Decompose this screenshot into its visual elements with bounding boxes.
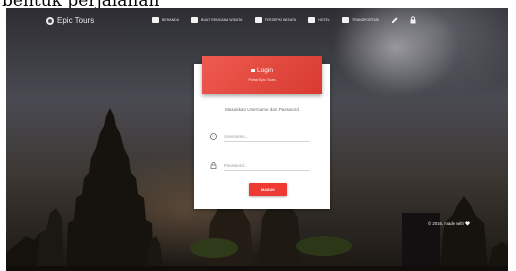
face-icon [210,133,217,140]
brand[interactable]: Epic Tours [46,16,94,25]
nav-item-beranda[interactable]: BERANDA [152,17,179,23]
calendar-icon [191,17,199,23]
login-card: Login Portal Epic Tours Masukkan Usernam… [194,56,330,209]
login-title-row: Login [202,67,322,74]
nav-item-label: TERSEPKI WISATA [264,18,297,22]
top-navbar: Epic Tours BERANDA BUAT RENCANA WISATA T… [6,8,508,34]
footer: © 2016, made with [428,221,470,226]
bed-icon [308,17,316,23]
lock-outline-icon [210,162,217,169]
username-field [210,130,314,144]
login-description: Masukkan Username dan Password [225,107,299,112]
nav-item-tersepki-wisata[interactable]: TERSEPKI WISATA [254,17,297,23]
pencil-icon [392,17,398,23]
masuk-button[interactable]: MASUK [249,183,287,196]
bus-icon [342,17,350,23]
nav-item-transportasi[interactable]: TRANSPORTASI [342,17,379,23]
footer-text: © 2016, made with [428,221,464,226]
nav-menu: BERANDA BUAT RENCANA WISATA TERSEPKI WIS… [152,16,427,24]
password-field [210,159,314,173]
home-icon [152,17,159,23]
lock-icon [410,16,416,24]
password-input[interactable] [224,160,310,171]
pencil-button[interactable] [391,16,399,24]
mountain-icon [254,17,262,23]
compass-icon [46,16,54,25]
heart-icon [465,221,470,226]
nav-item-label: BUAT RENCANA WISATA [201,18,243,22]
nav-item-label: TRANSPORTASI [352,18,380,22]
login-card-header: Login Portal Epic Tours [202,56,322,94]
login-title: Login [257,67,273,74]
login-lock-button[interactable] [409,16,417,24]
brand-name: Epic Tours [57,16,95,25]
nav-item-hotel[interactable]: HOTEL [308,17,330,23]
screen: Epic Tours BERANDA BUAT RENCANA WISATA T… [6,8,508,271]
unlock-icon [251,68,256,72]
nav-item-label: HOTEL [318,18,331,22]
username-input[interactable] [224,131,310,142]
nav-item-buat-rencana-wisata[interactable]: BUAT RENCANA WISATA [191,17,242,23]
nav-item-label: BERANDA [162,18,180,22]
login-subtitle: Portal Epic Tours [248,78,276,82]
